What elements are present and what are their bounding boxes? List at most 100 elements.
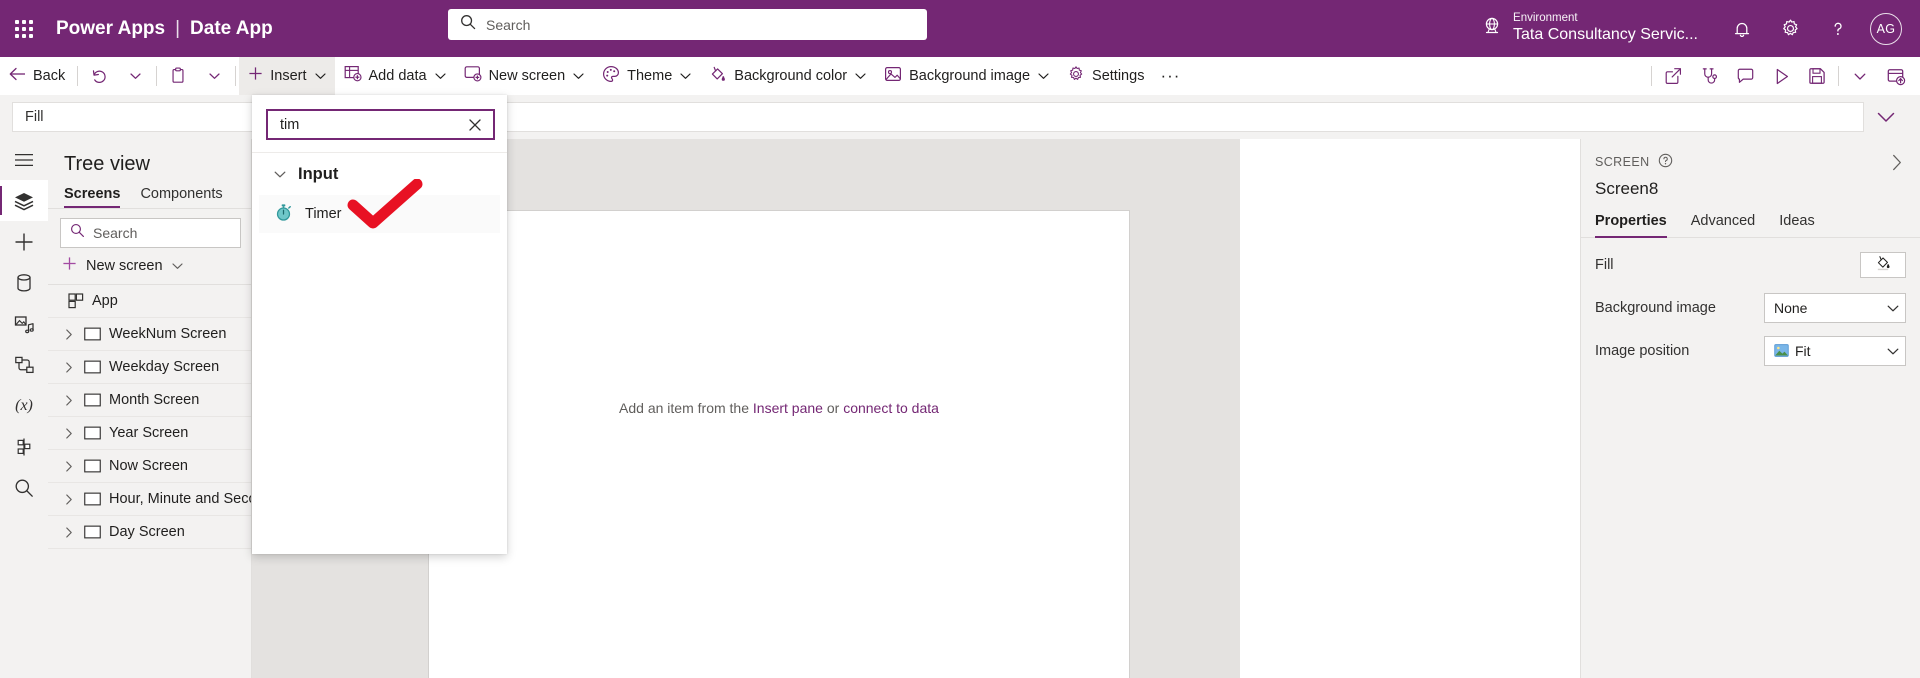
hamburger-menu-icon[interactable]: [0, 139, 48, 180]
insert-search-box[interactable]: [266, 109, 495, 140]
components-icon[interactable]: [0, 426, 48, 467]
chevron-right-icon[interactable]: [62, 394, 76, 406]
tree-item-screen[interactable]: Weekday Screen: [48, 351, 251, 384]
app-launcher-icon[interactable]: [0, 0, 48, 57]
publish-icon[interactable]: [1878, 57, 1914, 95]
global-search[interactable]: [448, 9, 927, 40]
tab-advanced[interactable]: Advanced: [1691, 213, 1756, 237]
chevron-down-icon: [855, 68, 866, 84]
chevron-right-icon[interactable]: [62, 493, 76, 505]
tree-item-screen[interactable]: Now Screen: [48, 450, 251, 483]
new-screen-label: New screen: [86, 257, 163, 274]
hint-prefix: Add an item from the: [619, 400, 753, 416]
insert-search-input[interactable]: [280, 116, 465, 133]
media-icon[interactable]: [0, 303, 48, 344]
tree-view-title: Tree view: [64, 153, 150, 175]
new-screen-button[interactable]: New screen: [455, 57, 594, 95]
tree-item-label: App: [92, 293, 118, 309]
tree-item-screen[interactable]: Month Screen: [48, 384, 251, 417]
background-image-select[interactable]: None: [1764, 292, 1906, 323]
search-icon[interactable]: [0, 467, 48, 508]
tree-items-list: App WeekNum Screen Weekday Screen Month …: [48, 284, 251, 549]
chevron-down-icon: [1887, 300, 1899, 316]
back-button[interactable]: Back: [0, 57, 74, 95]
divider: [77, 65, 79, 86]
bell-icon[interactable]: [1718, 0, 1766, 57]
settings-button[interactable]: Settings: [1058, 57, 1153, 95]
share-icon[interactable]: [1655, 57, 1691, 95]
paste-dropdown-chevron-icon[interactable]: [196, 57, 232, 95]
gear-icon[interactable]: [1766, 0, 1814, 57]
formula-bar-expand-chevron-icon[interactable]: [1864, 102, 1908, 132]
app-checker-icon[interactable]: [1691, 57, 1727, 95]
tab-components[interactable]: Components: [140, 186, 222, 208]
save-chevron-icon[interactable]: [1842, 57, 1878, 95]
theme-button[interactable]: Theme: [593, 57, 700, 95]
undo-icon[interactable]: [81, 57, 117, 95]
avatar[interactable]: AG: [1870, 12, 1902, 45]
chevron-right-icon[interactable]: [1884, 149, 1910, 175]
overflow-menu-button[interactable]: ···: [1153, 57, 1187, 95]
app-header: Power Apps | Date App En: [0, 0, 1920, 57]
tree-search-input[interactable]: [93, 225, 231, 241]
back-arrow-icon: [9, 67, 26, 85]
screen-icon: [84, 426, 101, 440]
chevron-down-icon[interactable]: [274, 165, 286, 184]
undo-dropdown-chevron-icon[interactable]: [117, 57, 153, 95]
tree-item-screen[interactable]: Day Screen: [48, 516, 251, 549]
fill-color-picker[interactable]: [1860, 251, 1906, 278]
screen-icon: [84, 459, 101, 473]
environment-selector[interactable]: Environment Tata Consultancy Servic...: [1481, 12, 1698, 44]
chevron-down-icon: [434, 68, 446, 84]
property-row-image-position: Image position Fit: [1581, 334, 1920, 367]
help-icon[interactable]: [1814, 0, 1862, 57]
tree-item-screen[interactable]: WeekNum Screen: [48, 318, 251, 351]
tree-item-screen[interactable]: Year Screen: [48, 417, 251, 450]
app-screen-canvas[interactable]: Add an item from the Insert pane or conn…: [429, 211, 1129, 678]
chevron-right-icon[interactable]: [62, 526, 76, 538]
connect-to-data-link[interactable]: connect to data: [843, 400, 939, 416]
preview-play-icon[interactable]: [1763, 57, 1799, 95]
background-image-button[interactable]: Background image: [875, 57, 1058, 95]
screen-icon: [84, 525, 101, 539]
new-screen-button[interactable]: New screen: [48, 248, 251, 284]
add-data-label: Add data: [368, 67, 427, 84]
tree-view-layers-icon[interactable]: [0, 180, 48, 221]
insert-pane-link[interactable]: Insert pane: [753, 400, 823, 416]
tree-item-label: Day Screen: [109, 524, 185, 540]
tab-properties[interactable]: Properties: [1595, 213, 1667, 238]
tab-ideas[interactable]: Ideas: [1779, 213, 1814, 237]
add-data-button[interactable]: Add data: [335, 57, 455, 95]
chevron-right-icon[interactable]: [62, 460, 76, 472]
chevron-down-icon: [680, 68, 691, 84]
tree-item-screen[interactable]: Hour, Minute and Second: [48, 483, 251, 516]
properties-kicker-label: SCREEN: [1595, 155, 1650, 169]
insert-button[interactable]: Insert: [239, 56, 335, 95]
chevron-down-icon: [573, 68, 584, 84]
tree-item-app[interactable]: App: [48, 285, 251, 318]
new-screen-icon: [464, 65, 482, 86]
chevron-right-icon[interactable]: [62, 328, 76, 340]
tree-search-box[interactable]: [60, 218, 241, 248]
properties-tabs: Properties Advanced Ideas: [1581, 199, 1920, 238]
save-icon[interactable]: [1799, 57, 1835, 95]
chevron-down-icon: [1887, 343, 1899, 359]
tab-screens[interactable]: Screens: [64, 186, 121, 208]
chevron-right-icon[interactable]: [62, 427, 76, 439]
brand: Power Apps | Date App: [56, 18, 273, 40]
search-input[interactable]: [486, 9, 915, 40]
power-automate-icon[interactable]: [0, 344, 48, 385]
question-circle-icon[interactable]: [1658, 153, 1673, 171]
background-color-button[interactable]: Background color: [700, 57, 875, 95]
insert-group-input[interactable]: Input: [252, 153, 507, 195]
close-x-icon[interactable]: [465, 115, 485, 135]
image-position-select[interactable]: Fit: [1764, 335, 1906, 366]
clipboard-icon[interactable]: [160, 57, 196, 95]
chevron-right-icon[interactable]: [62, 361, 76, 373]
insert-item-timer[interactable]: Timer: [259, 178, 500, 233]
insert-plus-icon[interactable]: [0, 221, 48, 262]
comments-icon[interactable]: [1727, 57, 1763, 95]
app-name[interactable]: Date App: [190, 18, 273, 40]
data-cylinder-icon[interactable]: [0, 262, 48, 303]
variables-fx-icon[interactable]: (x): [0, 385, 48, 426]
